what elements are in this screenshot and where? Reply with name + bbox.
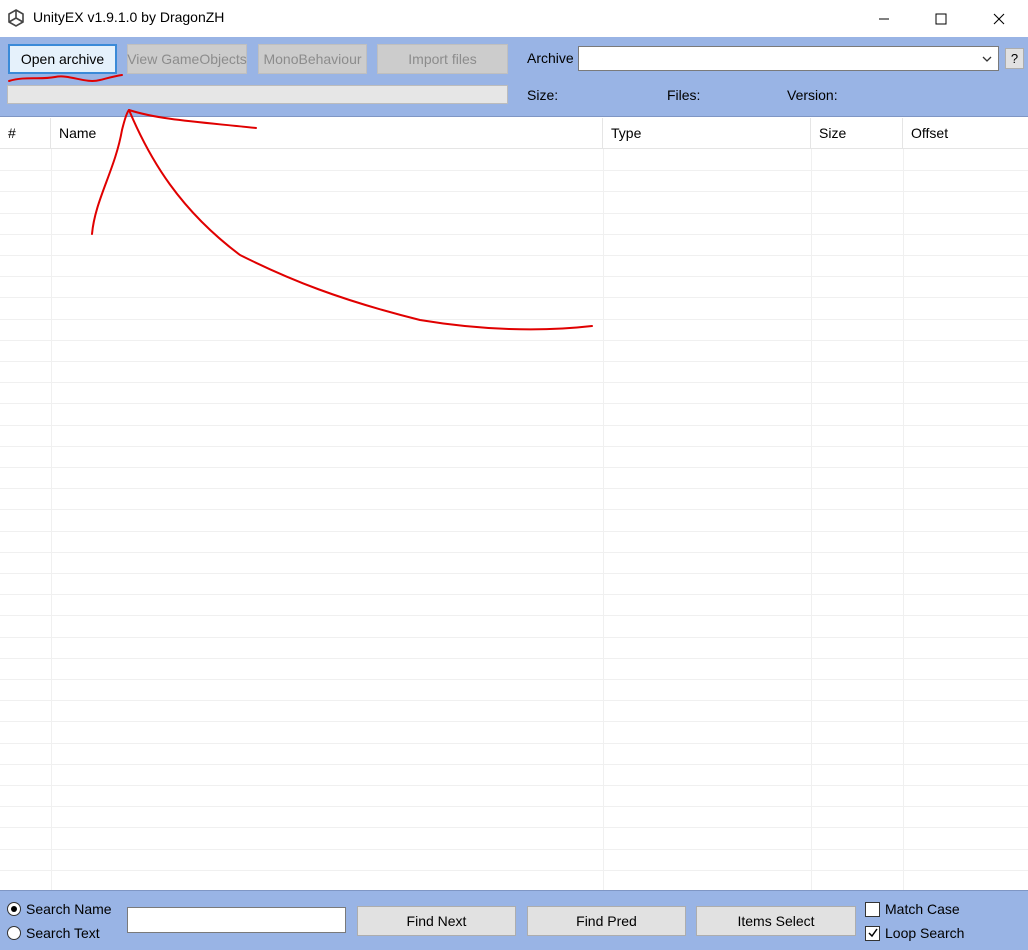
grid-line xyxy=(0,785,1028,786)
column-header-index[interactable]: # xyxy=(0,118,51,149)
minimize-button[interactable] xyxy=(855,0,913,37)
grid-line xyxy=(0,594,1028,595)
search-panel: Search Name Search Text Find Next Find P… xyxy=(0,890,1028,950)
maximize-button[interactable] xyxy=(912,0,970,37)
grid-line xyxy=(0,700,1028,701)
column-header-type[interactable]: Type xyxy=(603,118,811,149)
list-body xyxy=(0,149,1028,890)
minimize-icon xyxy=(879,18,889,19)
progress-bar xyxy=(7,85,508,104)
grid-line xyxy=(0,297,1028,298)
grid-column-line xyxy=(811,149,812,890)
grid-line xyxy=(0,488,1028,489)
grid-column-line xyxy=(903,149,904,890)
grid-line xyxy=(0,679,1028,680)
grid-line xyxy=(0,615,1028,616)
import-files-button[interactable]: Import files xyxy=(377,44,508,74)
match-case-checkbox[interactable]: Match Case xyxy=(865,899,960,919)
find-pred-button[interactable]: Find Pred xyxy=(527,906,686,936)
grid-line xyxy=(0,319,1028,320)
size-label: Size: xyxy=(527,87,559,103)
archive-label: Archive xyxy=(527,50,574,66)
grid-line xyxy=(0,743,1028,744)
window-title: UnityEX v1.9.1.0 by DragonZH xyxy=(33,9,225,25)
match-case-label: Match Case xyxy=(885,901,960,917)
search-text-radio[interactable]: Search Text xyxy=(7,923,100,943)
grid-line xyxy=(0,276,1028,277)
grid-line xyxy=(0,170,1028,171)
file-list[interactable]: # Name Type Size Offset xyxy=(0,118,1028,890)
grid-line xyxy=(0,191,1028,192)
title-bar: UnityEX v1.9.1.0 by DragonZH xyxy=(0,0,1028,37)
grid-line xyxy=(0,382,1028,383)
grid-line xyxy=(0,509,1028,510)
grid-column-line xyxy=(603,149,604,890)
view-gameobjects-button[interactable]: View GameObjects xyxy=(127,44,247,74)
loop-search-label: Loop Search xyxy=(885,925,965,941)
checkbox-box xyxy=(865,925,880,941)
grid-line xyxy=(0,658,1028,659)
checkbox-box xyxy=(865,901,880,917)
grid-line xyxy=(0,446,1028,447)
grid-line xyxy=(0,721,1028,722)
open-archive-button[interactable]: Open archive xyxy=(8,44,117,74)
grid-line xyxy=(0,531,1028,532)
search-name-radio[interactable]: Search Name xyxy=(7,899,112,919)
version-label: Version: xyxy=(787,87,838,103)
grid-line xyxy=(0,552,1028,553)
grid-line xyxy=(0,806,1028,807)
close-icon xyxy=(993,13,1005,24)
grid-line xyxy=(0,764,1028,765)
grid-line xyxy=(0,403,1028,404)
grid-line xyxy=(0,849,1028,850)
grid-line xyxy=(0,255,1028,256)
column-header-offset[interactable]: Offset xyxy=(903,118,1028,149)
files-label: Files: xyxy=(667,87,701,103)
help-button[interactable]: ? xyxy=(1005,48,1024,69)
radio-indicator xyxy=(7,926,21,940)
column-header-name[interactable]: Name xyxy=(51,118,603,149)
list-header: # Name Type Size Offset xyxy=(0,118,1028,149)
grid-line xyxy=(0,637,1028,638)
search-input[interactable] xyxy=(127,907,346,933)
checkmark-icon xyxy=(867,928,878,938)
monobehaviour-button[interactable]: MonoBehaviour xyxy=(258,44,367,74)
maximize-icon xyxy=(935,13,947,24)
archive-select[interactable] xyxy=(578,46,999,71)
column-header-size[interactable]: Size xyxy=(811,118,903,149)
close-button[interactable] xyxy=(970,0,1028,37)
grid-line xyxy=(0,340,1028,341)
find-next-button[interactable]: Find Next xyxy=(357,906,516,936)
loop-search-checkbox[interactable]: Loop Search xyxy=(865,923,964,943)
grid-line xyxy=(0,234,1028,235)
radio-indicator xyxy=(7,902,21,916)
grid-line xyxy=(0,827,1028,828)
items-select-button[interactable]: Items Select xyxy=(696,906,856,936)
grid-line xyxy=(0,425,1028,426)
grid-line xyxy=(0,361,1028,362)
grid-line xyxy=(0,870,1028,871)
grid-line xyxy=(0,213,1028,214)
toolbar-panel: Open archive View GameObjects MonoBehavi… xyxy=(0,37,1028,117)
search-text-label: Search Text xyxy=(26,925,100,941)
search-name-label: Search Name xyxy=(26,901,112,917)
grid-line xyxy=(0,467,1028,468)
chevron-down-icon xyxy=(982,56,992,62)
grid-column-line xyxy=(51,149,52,890)
unity-logo-icon xyxy=(8,9,24,27)
grid-line xyxy=(0,573,1028,574)
